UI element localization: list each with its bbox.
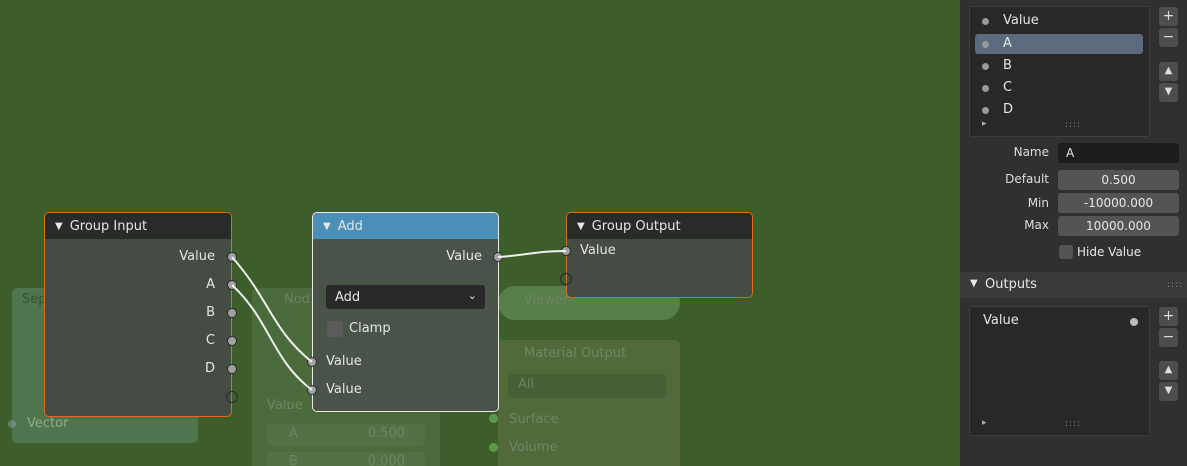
material-volume-label: Volume — [509, 440, 558, 455]
gi-output-b: B — [206, 305, 215, 320]
gi-output-a: A — [206, 277, 215, 292]
go-value-socket[interactable] — [561, 246, 571, 256]
operation-dropdown[interactable]: Add ⌄ — [326, 285, 485, 309]
group-input-header[interactable]: ▼ Group Input — [45, 213, 231, 239]
collapse-arrow-icon[interactable]: ▼ — [323, 221, 331, 232]
group-input-title: Group Input — [69, 218, 148, 234]
remove-output-button[interactable]: − — [1159, 328, 1178, 347]
add-title: Add — [337, 218, 363, 234]
gi-empty-socket[interactable] — [226, 391, 238, 403]
gi-output-d: D — [204, 361, 215, 376]
add-header[interactable]: ▼ Add — [313, 213, 498, 239]
inputs-list[interactable]: Value A B C D ▸ :::: — [969, 6, 1150, 137]
resize-grip-icon[interactable]: :::: — [1065, 419, 1081, 429]
gi-output-c: C — [205, 333, 215, 348]
add-input-socket-1[interactable] — [307, 357, 317, 367]
outputs-list[interactable]: Value ▸ :::: — [969, 306, 1150, 436]
hide-value-checkbox[interactable] — [1059, 245, 1073, 259]
gi-b-socket[interactable] — [227, 308, 237, 318]
surface-socket — [489, 414, 498, 423]
go-empty-socket[interactable] — [560, 273, 572, 285]
hide-value-label: Hide Value — [1077, 245, 1142, 259]
move-output-up-button[interactable]: ▲ — [1159, 361, 1178, 380]
material-output-title: Material Output — [524, 346, 627, 361]
add-input-value-2: Value — [326, 382, 362, 397]
chevron-down-icon: ⌄ — [467, 289, 477, 302]
outputs-header[interactable]: ▼ Outputs :::: — [960, 272, 1187, 298]
math-row-b: B 0.000 — [267, 452, 425, 466]
add-node[interactable]: ▼ Add Value Add ⌄ Clamp Value Value — [312, 212, 499, 412]
group-input-node[interactable]: ▼ Group Input Value A B C D — [44, 212, 232, 417]
material-surface-label: Surface — [509, 412, 559, 427]
list-item[interactable]: Value — [983, 313, 1019, 328]
name-label: Name — [1013, 145, 1049, 159]
group-output-node[interactable]: ▼ Group Output Value — [566, 212, 753, 298]
list-expand-icon[interactable]: ▸ — [982, 418, 987, 428]
math-row-a: A 0.500 — [267, 424, 425, 446]
move-up-button[interactable]: ▲ — [1159, 62, 1178, 81]
collapse-arrow-icon[interactable]: ▼ — [55, 221, 63, 232]
gi-d-socket[interactable] — [227, 364, 237, 374]
add-output-socket[interactable] — [493, 252, 503, 262]
list-item[interactable]: C — [975, 78, 1143, 98]
node-editor[interactable]: Separate XYZ X Y Z Nod Value A 0.500 B 0… — [0, 0, 960, 466]
add-input-button[interactable]: + — [1159, 7, 1178, 26]
move-output-down-button[interactable]: ▼ — [1159, 382, 1178, 401]
gi-output-value: Value — [179, 249, 215, 264]
name-field[interactable]: A — [1058, 143, 1179, 163]
math-value-label: Value — [267, 398, 303, 413]
material-output-ghost: Material Output All Surface Volume — [498, 340, 680, 466]
gi-value-socket[interactable] — [227, 252, 237, 262]
list-item[interactable]: A — [975, 34, 1143, 54]
clamp-label: Clamp — [349, 321, 391, 336]
max-label: Max — [1024, 218, 1049, 232]
list-item[interactable]: D — [975, 100, 1143, 120]
properties-panel: Value A B C D ▸ :::: + − ▲ ▼ Name A Defa… — [960, 0, 1187, 466]
gi-c-socket[interactable] — [227, 336, 237, 346]
clamp-checkbox[interactable] — [327, 321, 343, 337]
operation-value: Add — [335, 289, 361, 305]
add-input-socket-2[interactable] — [307, 385, 317, 395]
outputs-title: Outputs — [985, 277, 1037, 292]
add-output-button[interactable]: + — [1159, 307, 1178, 326]
max-field[interactable]: 10000.000 — [1058, 216, 1179, 236]
output-socket-dot — [1130, 318, 1138, 326]
add-output-value: Value — [446, 249, 482, 264]
go-input-value: Value — [580, 243, 616, 258]
add-input-value-1: Value — [326, 354, 362, 369]
math-node-partial-title: Nod — [284, 292, 310, 307]
remove-input-button[interactable]: − — [1159, 28, 1178, 47]
viewer-title: Viewer — [524, 293, 569, 308]
group-output-header[interactable]: ▼ Group Output — [567, 213, 752, 239]
list-item[interactable]: Value — [975, 11, 1143, 31]
volume-socket — [489, 443, 498, 452]
material-target-dropdown: All — [508, 374, 666, 398]
resize-grip-icon[interactable]: :::: — [1065, 120, 1081, 130]
default-field[interactable]: 0.500 — [1058, 170, 1179, 190]
list-expand-icon[interactable]: ▸ — [982, 119, 987, 129]
vector-label: Vector — [27, 416, 69, 431]
list-item[interactable]: B — [975, 56, 1143, 76]
default-label: Default — [1005, 172, 1049, 186]
group-output-title: Group Output — [591, 218, 681, 234]
gi-a-socket[interactable] — [227, 280, 237, 290]
vector-socket — [8, 420, 16, 428]
move-down-button[interactable]: ▼ — [1159, 83, 1178, 102]
min-field[interactable]: -10000.000 — [1058, 193, 1179, 213]
collapse-arrow-icon[interactable]: ▼ — [577, 221, 585, 232]
collapse-arrow-icon[interactable]: ▼ — [970, 278, 978, 289]
panel-grip-icon: :::: — [1167, 280, 1184, 290]
min-label: Min — [1027, 196, 1049, 210]
